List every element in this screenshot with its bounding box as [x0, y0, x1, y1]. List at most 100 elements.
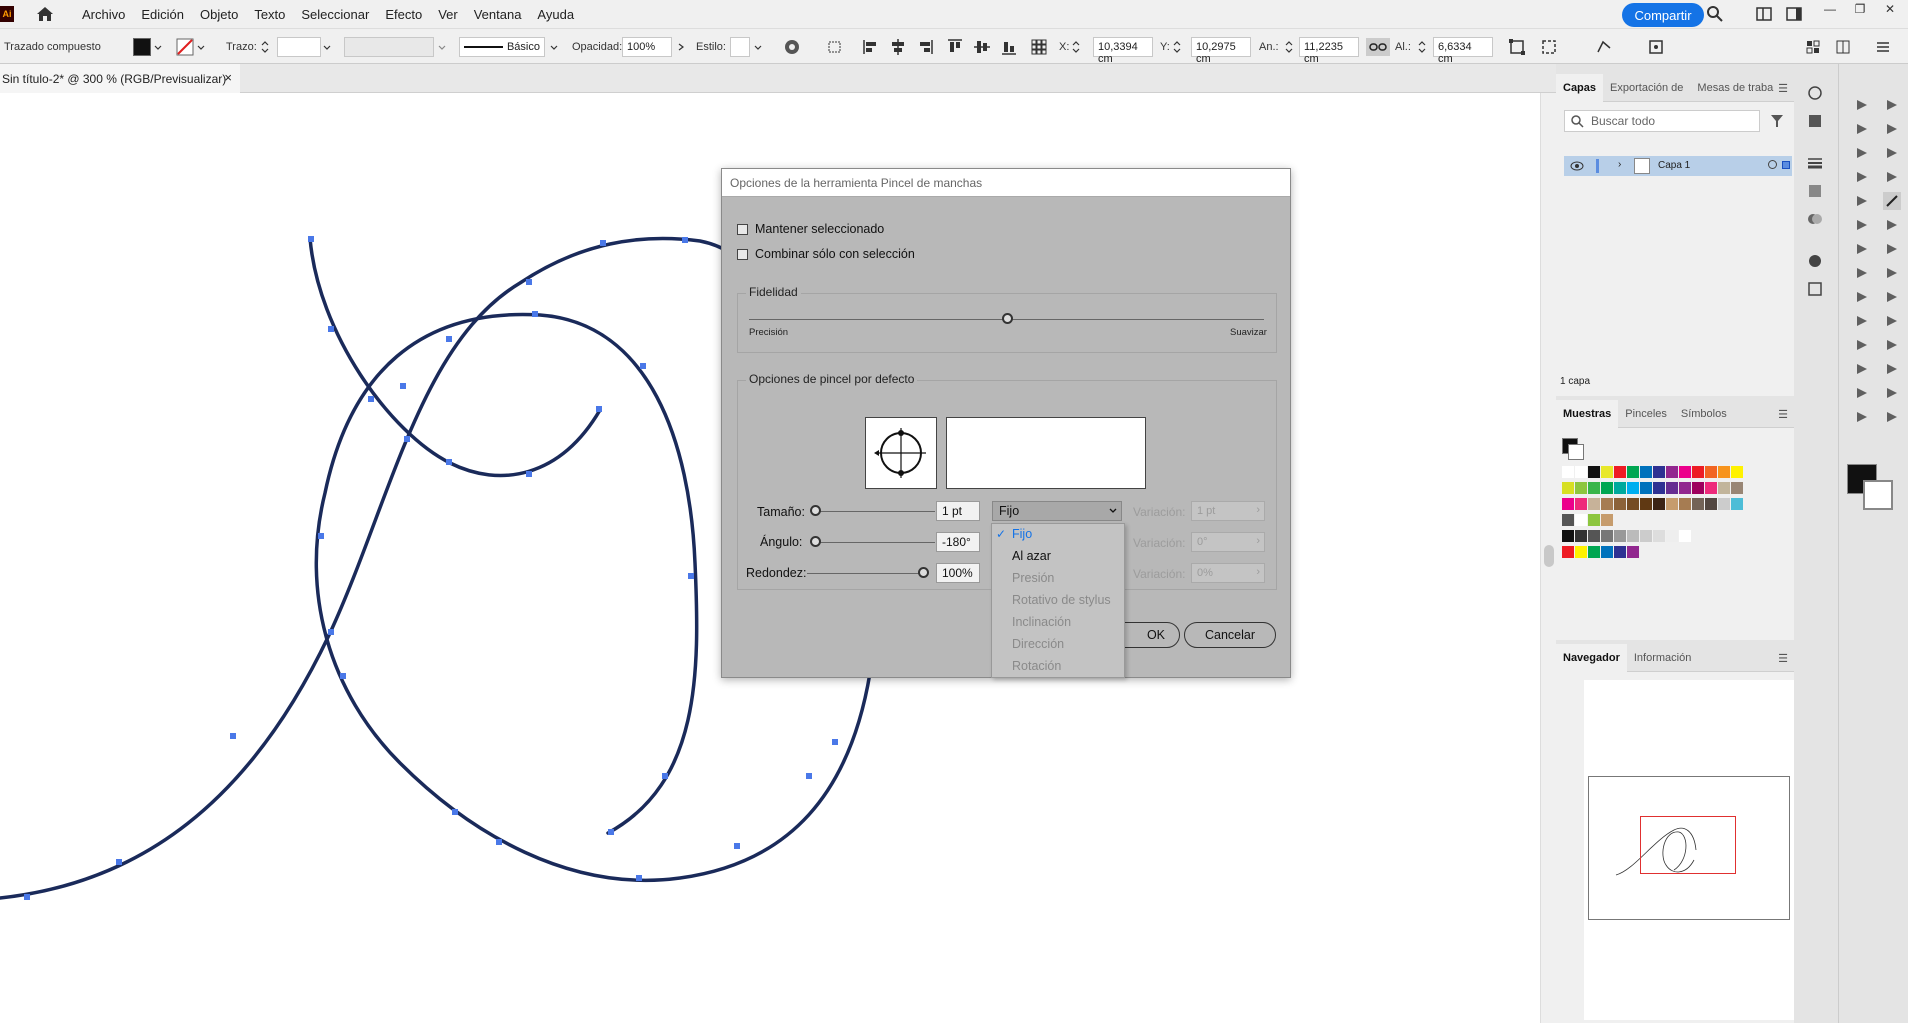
chevron-right-icon[interactable]: ›: [1618, 159, 1621, 170]
curvature-tool-icon[interactable]: [1883, 144, 1901, 162]
menu-edicion[interactable]: Edición: [141, 7, 184, 22]
workspace-icon[interactable]: [1785, 5, 1803, 23]
eraser-tool-icon[interactable]: [1883, 216, 1901, 234]
color-swatch[interactable]: [1588, 546, 1600, 558]
color-swatch[interactable]: [1575, 530, 1587, 542]
color-swatch[interactable]: [1588, 482, 1600, 494]
y-position-field[interactable]: 10,2975 cm: [1191, 37, 1251, 65]
recolor-icon[interactable]: [783, 38, 801, 56]
color-swatch[interactable]: [1666, 482, 1678, 494]
color-swatch[interactable]: [1575, 466, 1587, 478]
color-swatch[interactable]: [1588, 530, 1600, 542]
color-swatch[interactable]: [1653, 466, 1665, 478]
color-swatch[interactable]: [1562, 514, 1574, 526]
color-swatch[interactable]: [1601, 466, 1613, 478]
roundness-slider-knob[interactable]: [918, 567, 929, 578]
menu-seleccionar[interactable]: Seleccionar: [301, 7, 369, 22]
align-left-icon[interactable]: [862, 38, 880, 56]
scrollbar-thumb[interactable]: [1544, 545, 1554, 567]
color-swatch[interactable]: [1614, 466, 1626, 478]
tab-layers[interactable]: Capas: [1556, 73, 1604, 102]
tab-symbols[interactable]: Símbolos: [1674, 400, 1734, 428]
brush-shape-preview[interactable]: [865, 417, 937, 489]
align-middle-icon[interactable]: [973, 38, 991, 56]
color-swatch[interactable]: [1666, 530, 1678, 542]
graph-tool-icon[interactable]: [1853, 384, 1871, 402]
chevron-down-icon[interactable]: [322, 38, 332, 56]
share-button[interactable]: Compartir: [1622, 3, 1704, 27]
isolate-icon[interactable]: [1540, 38, 1558, 56]
color-swatch[interactable]: [1627, 482, 1639, 494]
type-tool-icon[interactable]: [1853, 168, 1871, 186]
color-swatch[interactable]: [1666, 498, 1678, 510]
color-swatch[interactable]: [1588, 514, 1600, 526]
target-icon[interactable]: [1768, 160, 1777, 169]
cancel-button[interactable]: Cancelar: [1184, 622, 1276, 648]
chevron-right-icon[interactable]: [676, 38, 686, 56]
align-top-icon[interactable]: [946, 38, 964, 56]
menu-archivo[interactable]: Archivo: [82, 7, 125, 22]
scale-tool-icon[interactable]: [1883, 240, 1901, 258]
color-swatch[interactable]: [1601, 482, 1613, 494]
appearance-icon[interactable]: [1806, 252, 1824, 270]
navigator-preview[interactable]: [1584, 680, 1794, 1020]
color-swatch[interactable]: [1614, 530, 1626, 542]
align-bottom-icon[interactable]: [1000, 38, 1018, 56]
tab-artboards[interactable]: Mesas de traba: [1690, 74, 1780, 102]
free-transform-tool-icon[interactable]: [1883, 264, 1901, 282]
tab-info[interactable]: Información: [1627, 644, 1698, 672]
color-swatch[interactable]: [1562, 530, 1574, 542]
document-tab[interactable]: Sin título-2* @ 300 % (RGB/Previsualizar…: [0, 64, 240, 93]
color-swatch[interactable]: [1705, 498, 1717, 510]
eye-icon[interactable]: [1570, 160, 1584, 172]
style-swatch[interactable]: [730, 37, 750, 57]
chevron-down-icon[interactable]: [153, 38, 163, 56]
menu-ver[interactable]: Ver: [438, 7, 458, 22]
color-swatch[interactable]: [1692, 466, 1704, 478]
stepper-icon[interactable]: [1071, 38, 1081, 56]
stepper-icon[interactable]: [1284, 38, 1294, 56]
angle-track[interactable]: [815, 542, 935, 543]
x-position-field[interactable]: 10,3394 cm: [1093, 37, 1153, 65]
color-swatch[interactable]: [1562, 546, 1574, 558]
color-swatch[interactable]: [1640, 466, 1652, 478]
width-field[interactable]: 11,2235 cm: [1299, 37, 1359, 65]
menu-ayuda[interactable]: Ayuda: [537, 7, 574, 22]
gradient-panel-icon[interactable]: [1806, 182, 1824, 200]
chevron-down-icon[interactable]: [437, 38, 447, 56]
panel-menu-icon[interactable]: ☰: [1778, 408, 1788, 421]
color-swatch[interactable]: [1601, 498, 1613, 510]
roundness-field[interactable]: 100%: [936, 563, 980, 583]
color-swatch[interactable]: [1718, 482, 1730, 494]
color-swatch[interactable]: [1679, 482, 1691, 494]
mesh-tool-icon[interactable]: [1853, 312, 1871, 330]
color-swatch[interactable]: [1614, 482, 1626, 494]
close-window-button[interactable]: ✕: [1880, 2, 1900, 18]
quick-actions-icon[interactable]: [1647, 38, 1665, 56]
arrange-documents-icon[interactable]: [1755, 5, 1773, 23]
color-swatch[interactable]: [1601, 530, 1613, 542]
hand-tool-icon[interactable]: [1853, 408, 1871, 426]
graphic-styles-icon[interactable]: [1806, 280, 1824, 298]
angle-slider-knob[interactable]: [810, 536, 821, 547]
color-swatch[interactable]: [1653, 498, 1665, 510]
eyedropper-tool-icon[interactable]: [1853, 336, 1871, 354]
color-swatch[interactable]: [1679, 498, 1691, 510]
color-swatch[interactable]: [1731, 466, 1743, 478]
keep-selected-checkbox[interactable]: Mantener seleccionado: [737, 222, 884, 236]
color-swatch[interactable]: [1588, 498, 1600, 510]
color-swatch[interactable]: [1614, 546, 1626, 558]
color-swatch[interactable]: [1705, 466, 1717, 478]
roundness-track[interactable]: [807, 573, 927, 574]
stroke-swatch[interactable]: [176, 38, 194, 56]
align-right-icon[interactable]: [916, 38, 934, 56]
panel-menu-icon[interactable]: ☰: [1778, 652, 1788, 665]
color-swatch[interactable]: [1692, 482, 1704, 494]
color-swatch[interactable]: [1575, 482, 1587, 494]
color-swatch[interactable]: [1666, 466, 1678, 478]
brush-definition-field[interactable]: Básico: [459, 37, 545, 57]
color-swatch[interactable]: [1627, 466, 1639, 478]
color-swatch[interactable]: [1653, 530, 1665, 542]
direct-selection-tool-icon[interactable]: [1883, 96, 1901, 114]
color-swatch[interactable]: [1718, 466, 1730, 478]
